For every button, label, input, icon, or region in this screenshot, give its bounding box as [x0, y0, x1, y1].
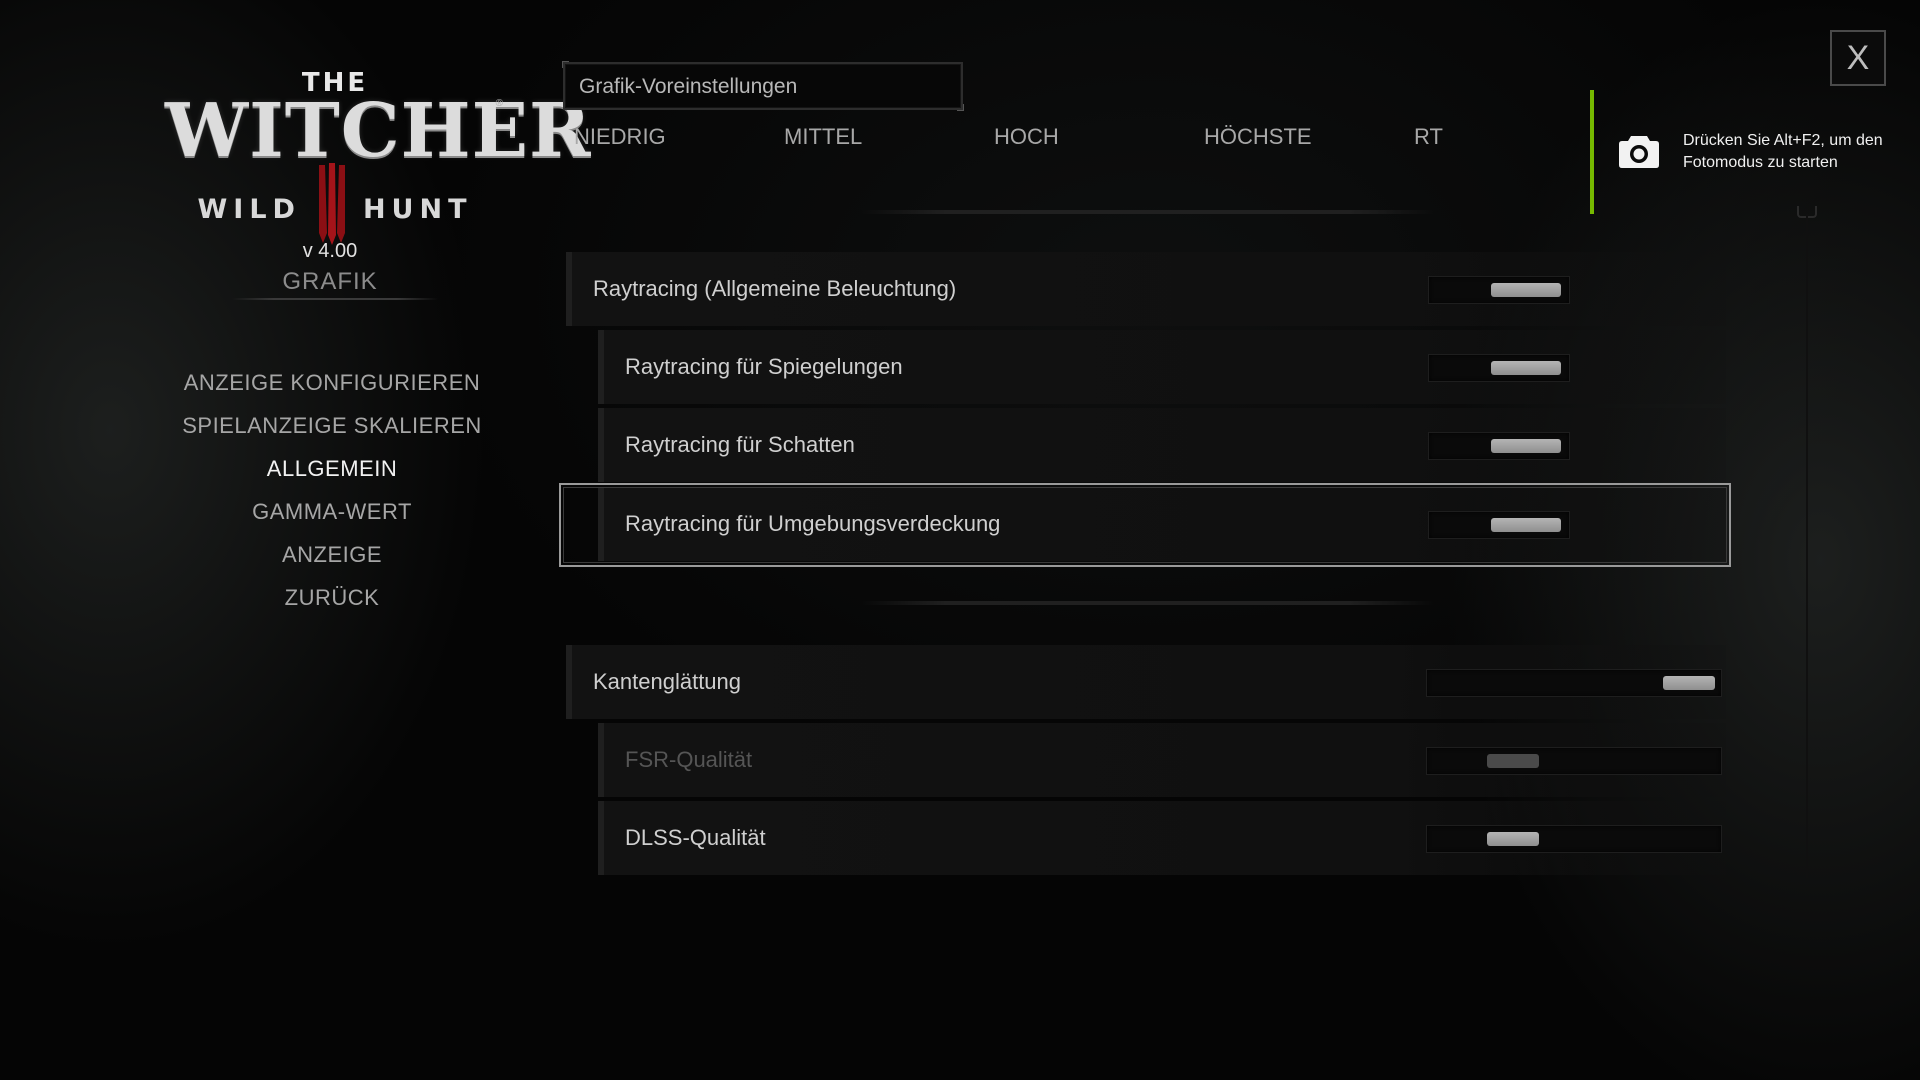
preset-divider [860, 210, 1435, 214]
graphics-preset-label: Grafik-Voreinstellungen [579, 75, 798, 98]
row-accent [598, 801, 604, 875]
row-accent [566, 252, 572, 326]
setting-slider[interactable] [1426, 825, 1722, 853]
slider-knob[interactable] [1491, 439, 1561, 453]
setting-label: Kantenglättung [593, 669, 742, 694]
setting-label: Raytracing (Allgemeine Beleuchtung) [593, 276, 957, 301]
preset-options: NIEDRIG MITTEL HOCH HÖCHSTE RT [574, 124, 1474, 154]
photo-mode-hint: Drücken Sie Alt+F2, um den Fotomodus zu … [1683, 132, 1883, 171]
row-accent [598, 408, 604, 482]
setting-slider [1426, 747, 1722, 775]
setting-label: DLSS-Qualität [625, 825, 766, 850]
slider-knob[interactable] [1663, 676, 1715, 690]
slider-knob[interactable] [1491, 283, 1561, 297]
setting-row-dlss-quality[interactable]: DLSS-Qualität Qualität [598, 801, 1726, 875]
witcher-logo: THE WITCHER ® WILD HUNT [165, 68, 592, 245]
row-accent [598, 330, 604, 404]
menu-item-gamma-wert[interactable]: GAMMA-WERT [252, 499, 412, 525]
version-label: v 4.00 [302, 240, 358, 262]
slider-knob [1487, 754, 1539, 768]
setting-label: FSR-Qualität [625, 747, 753, 772]
setting-row-raytracing-gi[interactable]: Raytracing (Allgemeine Beleuchtung) Ein [566, 252, 1726, 326]
graphics-preset-box[interactable]: Grafik-Voreinstellungen [562, 61, 964, 111]
setting-slider[interactable] [1428, 354, 1570, 382]
settings-screen: THE WITCHER ® WILD HUNT v 4.00 GRAFIK AN… [0, 0, 1920, 1080]
slider-knob[interactable] [1491, 361, 1561, 375]
menu-item-zurueck[interactable]: ZURÜCK [285, 585, 380, 611]
logo-sub-left: WILD [197, 193, 301, 225]
registered-mark: ® [495, 98, 503, 109]
setting-slider[interactable] [1428, 432, 1570, 460]
side-menu: ANZEIGE KONFIGURIEREN SPIELANZEIGE SKALI… [182, 370, 482, 611]
close-button[interactable]: X [1830, 30, 1886, 86]
row-accent [566, 645, 572, 719]
camera-icon [1619, 136, 1659, 168]
preset-hoch[interactable]: HOCH [994, 124, 1059, 150]
scrollbar-track[interactable] [1806, 214, 1808, 878]
preset-hoechste[interactable]: HÖCHSTE [1204, 124, 1312, 150]
logo-sub-right: HUNT [362, 193, 473, 225]
menu-item-allgemein[interactable]: ALLGEMEIN [267, 456, 397, 482]
setting-row-raytracing-shadows[interactable]: Raytracing für Schatten Ein [598, 408, 1726, 482]
logo-title: WITCHER [165, 88, 592, 174]
slider-knob[interactable] [1487, 832, 1539, 846]
setting-slider[interactable] [1426, 669, 1722, 697]
menu-item-anzeige-konfigurieren[interactable]: ANZEIGE KONFIGURIEREN [184, 370, 481, 396]
setting-slider[interactable] [1428, 276, 1570, 304]
logo-subtitle: WILD HUNT [165, 163, 505, 245]
selection-highlight [559, 483, 1731, 567]
row-accent [598, 723, 604, 797]
claw-mark-icon [318, 163, 345, 245]
setting-label: Raytracing für Schatten [625, 432, 855, 457]
menu-item-spielanzeige-skalieren[interactable]: SPIELANZEIGE SKALIEREN [182, 413, 482, 439]
preset-rt[interactable]: RT [1414, 124, 1443, 150]
group-divider [860, 601, 1435, 605]
setting-row-raytracing-reflections[interactable]: Raytracing für Spiegelungen Ein [598, 330, 1726, 404]
setting-row-fsr-quality: FSR-Qualität Qualität [598, 723, 1726, 797]
setting-row-antialiasing[interactable]: Kantenglättung DLSS [566, 645, 1726, 719]
section-title: GRAFIK [282, 268, 378, 295]
setting-label: Raytracing für Spiegelungen [625, 354, 903, 379]
preset-niedrig[interactable]: NIEDRIG [574, 124, 666, 150]
photo-mode-accent-bar [1590, 90, 1594, 214]
preset-mittel[interactable]: MITTEL [784, 124, 862, 150]
section-divider [232, 298, 438, 300]
menu-item-anzeige[interactable]: ANZEIGE [282, 542, 382, 568]
